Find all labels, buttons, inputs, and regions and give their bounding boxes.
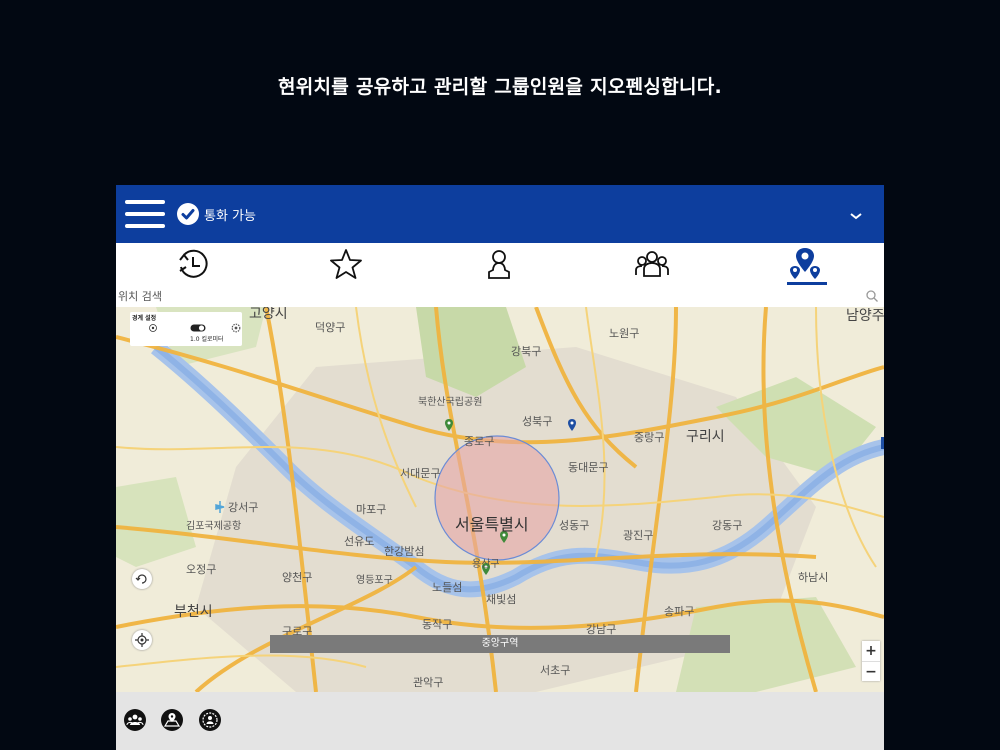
map-label: 오정구 [186, 563, 217, 576]
tab-bar [116, 243, 884, 286]
map-label: 동대문구 [568, 461, 609, 474]
headline: 현위치를 공유하고 관리할 그룹인원을 지오펜싱합니다. [277, 76, 723, 98]
map-label: 고양시 [249, 307, 288, 322]
toggle-switch[interactable] [190, 324, 206, 332]
map-label: 송파구 [664, 605, 695, 618]
map-person-icon[interactable] [161, 709, 183, 731]
map-label: 덕양구 [315, 321, 346, 334]
gear-icon[interactable] [230, 322, 242, 334]
map-label: 강동구 [712, 519, 743, 532]
map-label: 북한산국립공원 [418, 397, 483, 408]
tab-favorites[interactable] [269, 243, 422, 285]
map-label: 중랑구 [634, 431, 665, 444]
star-icon [329, 249, 362, 279]
group-share-icon[interactable] [124, 709, 146, 731]
map-label: 한강밤섬 [384, 545, 425, 558]
tab-person[interactable] [422, 243, 575, 285]
map-label: 강북구 [511, 345, 542, 358]
bottom-toolbar [116, 692, 884, 750]
geofence-label: 서울특별시 [455, 515, 529, 534]
map-label: 영등포구 [356, 575, 393, 586]
search-icon[interactable] [865, 289, 879, 303]
boundary-title: 경계 설정 [132, 315, 157, 322]
tab-group[interactable] [575, 243, 728, 285]
zone-banner: 중앙구역 [270, 635, 730, 653]
map-label: 서초구 [540, 664, 571, 677]
search-input[interactable] [118, 287, 858, 305]
map-label: 관악구 [413, 676, 444, 689]
map-label: 하남시 [798, 571, 829, 584]
person-icon [487, 250, 510, 279]
menu-icon[interactable] [125, 200, 165, 228]
map-label: 양천구 [282, 571, 313, 584]
group-icon [634, 251, 669, 277]
zoom-out-button[interactable]: − [862, 661, 880, 682]
app-window: 통화 가능 위치 검색 고양시 덕양구 강북구 노원구 남양주 북한산국립공원 … [116, 185, 884, 750]
settings-group-icon[interactable] [199, 709, 221, 731]
map-label: 부천시 [174, 604, 213, 620]
map-label: 노원구 [609, 327, 640, 340]
check-icon[interactable] [177, 203, 199, 225]
locate-icon[interactable] [148, 323, 158, 333]
zoom-in-button[interactable]: + [862, 641, 880, 661]
top-bar: 통화 가능 [116, 185, 884, 243]
zoom-control: + − [862, 641, 880, 681]
map-label: 김포국제공항 [186, 521, 242, 532]
map-label: 광진구 [623, 529, 654, 542]
map-view[interactable]: 고양시 덕양구 강북구 노원구 남양주 북한산국립공원 성북구 종로구 중랑구 … [116, 307, 884, 692]
map-label: 노들섬 [432, 581, 463, 594]
map-label: 서대문구 [400, 467, 441, 480]
map-label: 강서구 [228, 501, 259, 514]
clock-history-icon [178, 249, 208, 278]
location-pins-icon [789, 248, 820, 279]
map-label: 종로구 [464, 435, 495, 448]
map-label: 용산구 [472, 559, 500, 570]
status-label[interactable]: 통화 가능 [204, 205, 256, 224]
map-label: 채빛섬 [486, 593, 517, 606]
search-bar [116, 285, 884, 307]
map-label: 마포구 [356, 503, 387, 516]
chevron-down-icon[interactable] [848, 207, 864, 220]
refresh-icon[interactable] [132, 569, 152, 589]
map-label: 남양주 [846, 308, 884, 324]
my-location-icon[interactable] [132, 630, 152, 650]
map-label: 구리시 [686, 429, 725, 445]
map-label: 선유도 [344, 535, 375, 548]
tab-history[interactable] [116, 243, 269, 285]
boundary-settings-card: 경계 설정 1.0 킬로미터 [130, 312, 242, 346]
boundary-radius: 1.0 킬로미터 [190, 336, 224, 343]
map-label: 성동구 [559, 519, 590, 532]
map-label: 동작구 [422, 618, 453, 631]
tab-location[interactable] [728, 243, 881, 285]
map-label: 성북구 [522, 415, 553, 428]
